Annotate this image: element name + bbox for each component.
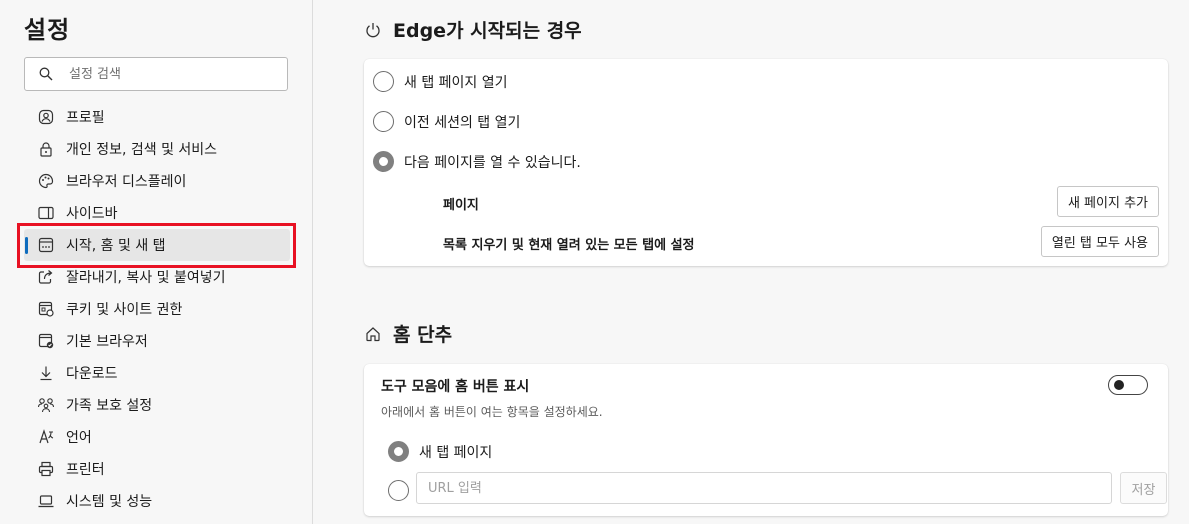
home-button-toggle-label: 도구 모음에 홈 버튼 표시 [381, 379, 530, 395]
radio-specific-pages[interactable] [373, 151, 394, 172]
settings-content: Edge가 시작되는 경우 새 탭 페이지 열기 이전 세션의 탭 열기 다음 … [314, 0, 1189, 524]
startup-section-title: Edge가 시작되는 경우 [393, 20, 582, 42]
home-section-header: 홈 단추 [365, 320, 452, 347]
sidebar-title: 설정 [24, 16, 71, 44]
sidebar-item-languages[interactable]: 언어 [24, 421, 290, 453]
sidebar-item-label: 다운로드 [66, 366, 118, 382]
home-section-title: 홈 단추 [393, 324, 453, 346]
printer-icon [37, 460, 55, 478]
startup-option-specific-pages[interactable]: 다음 페이지를 열 수 있습니다. [373, 151, 581, 172]
sidebar-item-family[interactable]: 가족 보호 설정 [24, 389, 290, 421]
sidebar-item-privacy[interactable]: 개인 정보, 검색 및 서비스 [24, 133, 290, 165]
sidebar-item-label: 시스템 및 성능 [66, 494, 153, 510]
startup-option-label: 새 탭 페이지 열기 [404, 74, 508, 91]
share-icon [37, 268, 55, 286]
lock-icon [37, 140, 55, 158]
sidebar-item-cookies-permissions[interactable]: 쿠키 및 사이트 권한 [24, 293, 290, 325]
sidebar-item-label: 잘라내기, 복사 및 붙여넣기 [66, 270, 226, 286]
power-icon [365, 21, 383, 39]
startup-option-previous-session[interactable]: 이전 세션의 탭 열기 [373, 111, 520, 132]
settings-nav: 프로필 개인 정보, 검색 및 서비스 브라우저 디스플레이 사이드바 시작, … [24, 101, 290, 517]
add-page-button[interactable]: 새 페이지 추가 [1056, 186, 1159, 217]
clear-and-set-label: 목록 지우기 및 현재 열려 있는 모든 탭에 설정 [443, 238, 695, 253]
pages-label: 페이지 [443, 198, 479, 213]
startup-section-header: Edge가 시작되는 경우 [365, 16, 582, 43]
family-icon [37, 396, 55, 414]
home-icon [365, 325, 383, 343]
cookie-icon [37, 300, 55, 318]
radio-home-new-tab[interactable] [388, 441, 409, 462]
sidebar-item-downloads[interactable]: 다운로드 [24, 357, 290, 389]
sidebar-item-label: 기본 브라우저 [66, 334, 148, 350]
radio-previous-session[interactable] [373, 111, 394, 132]
search-box[interactable] [24, 57, 288, 91]
home-option-new-tab[interactable]: 새 탭 페이지 [388, 441, 492, 462]
sidebar-item-profile[interactable]: 프로필 [24, 101, 290, 133]
sidebar-icon [37, 204, 55, 222]
settings-sidebar: 설정 프로필 개인 정보, 검색 및 서비스 브라우저 디스플레이 [0, 0, 313, 524]
sidebar-item-label: 가족 보호 설정 [66, 398, 153, 414]
home-card: 도구 모음에 홈 버튼 표시 아래에서 홈 버튼이 여는 항목을 설정하세요. … [364, 364, 1168, 516]
home-option-url[interactable] [388, 480, 419, 501]
home-button-toggle[interactable] [1108, 375, 1148, 395]
toggle-knob [1114, 380, 1124, 390]
default-browser-icon [37, 332, 55, 350]
sidebar-item-label: 프린터 [66, 462, 105, 478]
sidebar-item-label: 브라우저 디스플레이 [66, 174, 187, 190]
radio-new-tab[interactable] [373, 71, 394, 92]
download-icon [37, 364, 55, 382]
profile-icon [37, 108, 55, 126]
sidebar-item-printers[interactable]: 프린터 [24, 453, 290, 485]
sidebar-item-default-browser[interactable]: 기본 브라우저 [24, 325, 290, 357]
sidebar-item-label: 언어 [66, 430, 92, 446]
palette-icon [37, 172, 55, 190]
sidebar-item-appearance[interactable]: 브라우저 디스플레이 [24, 165, 290, 197]
sidebar-item-label: 개인 정보, 검색 및 서비스 [66, 142, 218, 158]
start-home-icon [37, 236, 55, 254]
sidebar-item-label: 시작, 홈 및 새 탭 [66, 238, 166, 254]
sidebar-item-sidebar[interactable]: 사이드바 [24, 197, 290, 229]
sidebar-item-share-copy-paste[interactable]: 잘라내기, 복사 및 붙여넣기 [24, 261, 290, 293]
sidebar-item-start-home-newtab[interactable]: 시작, 홈 및 새 탭 [24, 229, 290, 261]
sidebar-item-label: 사이드바 [66, 206, 118, 222]
save-button[interactable]: 저장 [1120, 472, 1167, 504]
startup-card: 새 탭 페이지 열기 이전 세션의 탭 열기 다음 페이지를 열 수 있습니다.… [364, 59, 1168, 266]
startup-option-new-tab[interactable]: 새 탭 페이지 열기 [373, 71, 508, 92]
sidebar-item-label: 프로필 [66, 110, 105, 126]
startup-option-label: 다음 페이지를 열 수 있습니다. [404, 154, 581, 171]
use-all-open-tabs-button[interactable]: 열린 탭 모두 사용 [1040, 226, 1159, 257]
home-url-input[interactable] [416, 472, 1112, 504]
sidebar-item-label: 쿠키 및 사이트 권한 [66, 302, 183, 318]
language-icon [37, 428, 55, 446]
sidebar-item-system-performance[interactable]: 시스템 및 성능 [24, 485, 290, 517]
radio-home-url[interactable] [388, 480, 409, 501]
home-option-label: 새 탭 페이지 [419, 444, 493, 461]
startup-option-label: 이전 세션의 탭 열기 [404, 114, 521, 131]
home-button-description: 아래에서 홈 버튼이 여는 항목을 설정하세요. [381, 405, 603, 419]
search-input[interactable] [69, 64, 279, 84]
search-icon [39, 67, 53, 81]
laptop-icon [37, 492, 55, 510]
